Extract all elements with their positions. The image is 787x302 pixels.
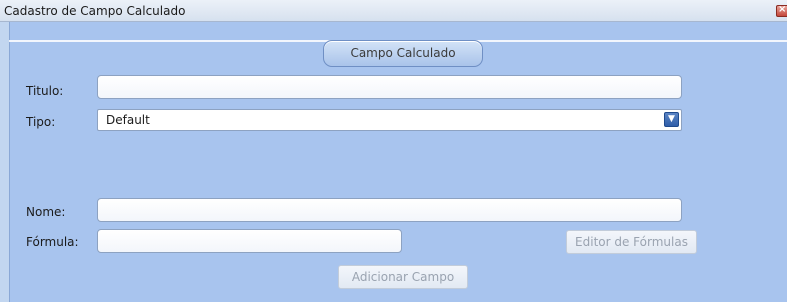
chevron-down-icon[interactable]: ▼ [664, 112, 679, 127]
nome-input[interactable] [97, 198, 682, 222]
titulo-label: Titulo: [26, 84, 64, 98]
dialog-body: Campo Calculado Titulo: Tipo: Default ▼ … [0, 22, 787, 302]
tab-campo-calculado[interactable]: Campo Calculado [323, 40, 483, 67]
tipo-label: Tipo: [26, 115, 56, 129]
titulo-input[interactable] [97, 75, 682, 99]
tipo-selected-value: Default [106, 113, 150, 127]
dialog-window: Cadastro de Campo Calculado × Campo Calc… [0, 0, 787, 302]
formula-label: Fórmula: [26, 235, 79, 249]
title-bar: Cadastro de Campo Calculado × [0, 0, 787, 22]
window-title: Cadastro de Campo Calculado [4, 4, 186, 18]
close-button[interactable]: × [776, 4, 787, 17]
adicionar-campo-button[interactable]: Adicionar Campo [338, 265, 468, 289]
tipo-select[interactable]: Default ▼ [97, 109, 682, 131]
formula-input[interactable] [97, 229, 402, 253]
editor-formulas-button[interactable]: Editor de Fórmulas [566, 230, 697, 254]
nome-label: Nome: [26, 205, 66, 219]
close-icon: × [778, 4, 787, 15]
